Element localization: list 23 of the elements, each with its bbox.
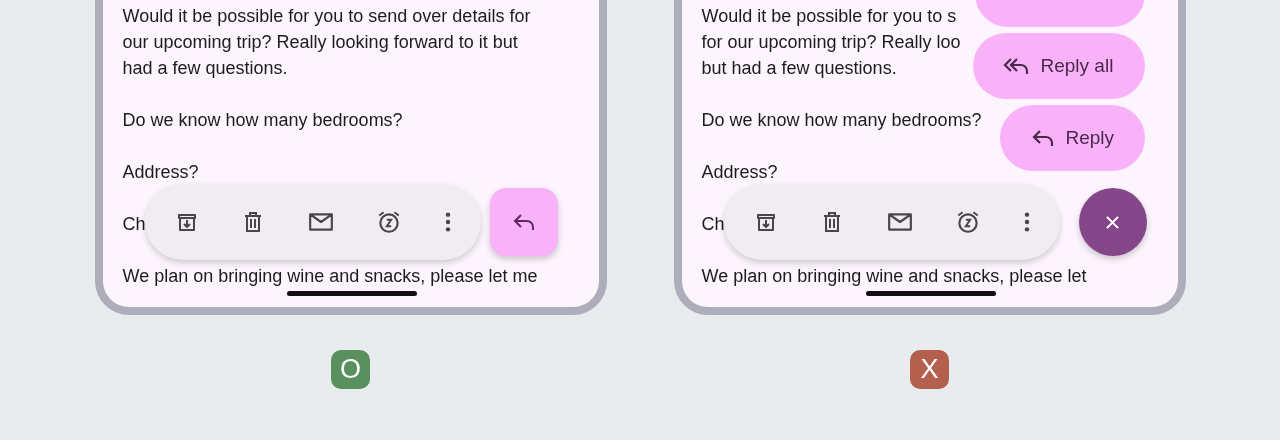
- verdict-badge: X: [910, 350, 949, 389]
- close-button[interactable]: [1078, 188, 1147, 256]
- email-paragraph: We plan on bringing wine and snacks, please let me: [122, 265, 538, 288]
- menu-item[interactable]: Reply all: [972, 33, 1145, 99]
- email-paragraph: Address?: [122, 161, 199, 184]
- reply-icon: [1031, 128, 1054, 148]
- reply-icon: [512, 212, 535, 232]
- email-paragraph: Address?: [701, 161, 778, 184]
- snooze-icon[interactable]: [376, 209, 402, 235]
- email-paragraph: Would it be possible for you to s for our upcoming trip? Really loo but had a few questions.: [701, 5, 961, 80]
- more-icon[interactable]: [1023, 211, 1030, 233]
- snooze-icon[interactable]: [955, 209, 981, 235]
- email-paragraph: Do we know how many bedrooms?: [122, 109, 403, 132]
- more-icon[interactable]: [444, 211, 451, 233]
- email-paragraph: Ch: [122, 213, 146, 236]
- menu-item[interactable]: Reply: [999, 105, 1145, 171]
- email-paragraph: Would it be possible for you to send over details for our upcoming trip? Really looking forward to it but had a few questions.: [122, 5, 531, 80]
- close-icon: [1105, 214, 1120, 230]
- email-paragraph: We plan on bringing wine and snacks, please let: [701, 265, 1087, 288]
- email-paragraph: Ch: [701, 213, 725, 236]
- reply-all-icon: [1002, 56, 1029, 76]
- email-paragraph: Do we know how many bedrooms?: [701, 109, 982, 132]
- verdict-badge: O: [331, 350, 370, 389]
